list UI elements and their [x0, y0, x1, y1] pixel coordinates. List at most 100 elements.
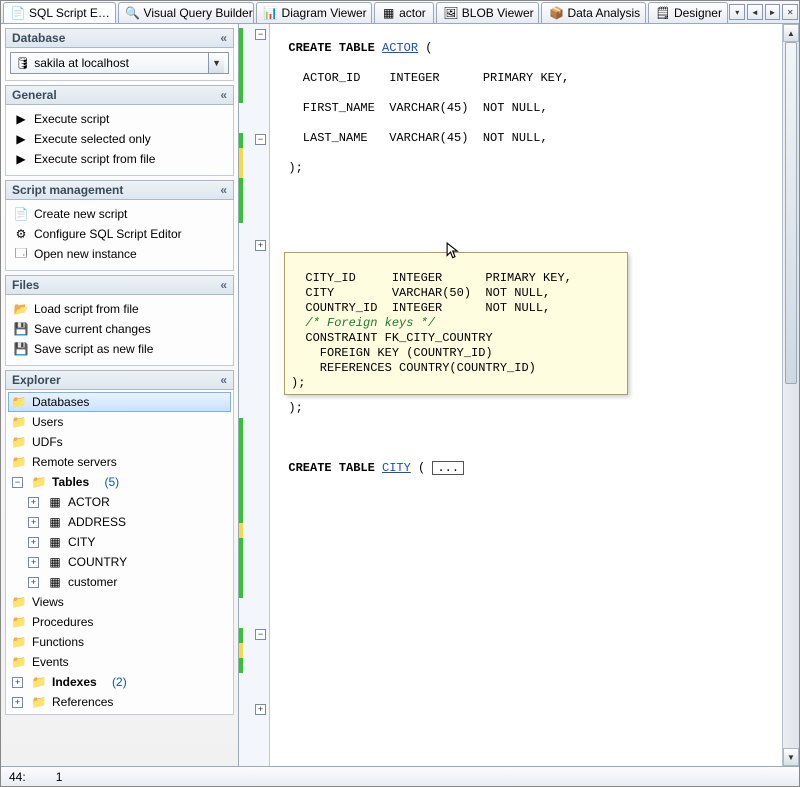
- code-editor[interactable]: − − + − + CREATE TABLE ACTOR ( ACTOR_ID …: [239, 24, 799, 766]
- tab-data-analysis[interactable]: 📦Data Analysis: [541, 2, 646, 23]
- tab-next[interactable]: ►: [765, 4, 781, 20]
- tree-udfs[interactable]: 📁UDFs: [8, 432, 231, 452]
- folder-views-icon: 📁: [12, 595, 26, 609]
- status-line: 44:: [9, 770, 26, 784]
- table-icon: ▦: [382, 6, 395, 20]
- tree-table-country[interactable]: +▦COUNTRY: [8, 552, 231, 572]
- sidebar: Database « 🛢 sakila at localhost ▼ Gener…: [1, 24, 239, 766]
- tab-designer[interactable]: 🗒Designer: [648, 2, 728, 23]
- link-city[interactable]: CITY: [382, 461, 411, 475]
- tab-diagram-viewer[interactable]: 📊Diagram Viewer: [256, 2, 373, 23]
- app-window: 📄SQL Script E… 🔍Visual Query Builder 📊Di…: [0, 0, 800, 787]
- tree-table-customer[interactable]: +▦customer: [8, 572, 231, 592]
- table-icon: ▦: [48, 515, 62, 529]
- panel-files: Files « 📂Load script from file 💾Save cur…: [5, 275, 234, 366]
- expand-icon[interactable]: +: [12, 677, 23, 688]
- panel-header-files[interactable]: Files «: [5, 275, 234, 295]
- tree-references[interactable]: +📁References: [8, 692, 231, 712]
- expand-icon[interactable]: +: [12, 697, 23, 708]
- chevron-collapse-icon: «: [220, 373, 227, 387]
- tab-visual-query[interactable]: 🔍Visual Query Builder: [118, 2, 254, 23]
- expand-icon[interactable]: +: [28, 497, 39, 508]
- run-sel-icon: ▶: [14, 132, 28, 146]
- dropdown-arrow-icon: ▼: [208, 53, 224, 73]
- run-file-icon: ▶: [14, 152, 28, 166]
- panel-header-general[interactable]: General «: [5, 85, 234, 105]
- panel-explorer: Explorer « 📁Databases 📁Users 📁UDFs 📁Remo…: [5, 370, 234, 715]
- tree-procedures[interactable]: 📁Procedures: [8, 612, 231, 632]
- tree-users[interactable]: 📁Users: [8, 412, 231, 432]
- tab-dropdown[interactable]: ▾: [729, 4, 745, 20]
- open-file-icon: 📂: [14, 302, 28, 316]
- blob-icon: 🖼: [444, 6, 458, 20]
- chevron-collapse-icon: «: [220, 31, 227, 45]
- tree-remote-servers[interactable]: 📁Remote servers: [8, 452, 231, 472]
- chevron-collapse-icon: «: [220, 183, 227, 197]
- code-tooltip: CITY_ID INTEGER PRIMARY KEY, CITY VARCHA…: [284, 252, 628, 395]
- status-bar: 44: 1: [1, 766, 799, 786]
- tree-table-actor[interactable]: +▦ACTOR: [8, 492, 231, 512]
- table-icon: ▦: [48, 495, 62, 509]
- mouse-cursor-icon: [446, 242, 464, 260]
- tab-sql-script[interactable]: 📄SQL Script E…: [3, 2, 116, 23]
- tree-functions[interactable]: 📁Functions: [8, 632, 231, 652]
- chevron-collapse-icon: «: [220, 278, 227, 292]
- panel-header-explorer[interactable]: Explorer «: [5, 370, 234, 390]
- scroll-thumb[interactable]: [785, 42, 797, 384]
- gear-icon: ⚙: [14, 227, 28, 241]
- execute-from-file[interactable]: ▶Execute script from file: [10, 149, 229, 169]
- fold-minus-icon[interactable]: −: [255, 29, 266, 40]
- database-combo[interactable]: 🛢 sakila at localhost ▼: [10, 52, 229, 74]
- tree-table-address[interactable]: +▦ADDRESS: [8, 512, 231, 532]
- link-actor[interactable]: ACTOR: [382, 41, 418, 55]
- chevron-collapse-icon: «: [220, 88, 227, 102]
- tree-events[interactable]: 📁Events: [8, 652, 231, 672]
- expand-icon[interactable]: +: [28, 537, 39, 548]
- fold-minus-icon[interactable]: −: [255, 629, 266, 640]
- save-as-new-file[interactable]: 💾Save script as new file: [10, 339, 229, 359]
- configure-editor[interactable]: ⚙Configure SQL Script Editor: [10, 224, 229, 244]
- table-icon: ▦: [48, 575, 62, 589]
- panel-header-database[interactable]: Database «: [5, 28, 234, 48]
- scroll-up-button[interactable]: ▲: [783, 24, 799, 42]
- editor-scrollbar[interactable]: ▲ ▼: [782, 24, 799, 766]
- panel-general: General « ▶Execute script ▶Execute selec…: [5, 85, 234, 176]
- collapse-icon[interactable]: −: [12, 477, 23, 488]
- status-col: 1: [56, 770, 63, 784]
- code-content[interactable]: CREATE TABLE ACTOR ( ACTOR_ID INTEGER PR…: [270, 24, 799, 766]
- fold-plus-icon[interactable]: +: [255, 240, 266, 251]
- tab-actor[interactable]: ▦actor: [374, 2, 434, 23]
- scroll-down-button[interactable]: ▼: [783, 748, 799, 766]
- tree-databases[interactable]: 📁Databases: [8, 392, 231, 412]
- open-new-instance[interactable]: 🗔Open new instance: [10, 244, 229, 264]
- folder-remote-icon: 📁: [12, 455, 26, 469]
- save-icon: 💾: [14, 322, 28, 336]
- load-from-file[interactable]: 📂Load script from file: [10, 299, 229, 319]
- tab-blob-viewer[interactable]: 🖼BLOB Viewer: [436, 2, 540, 23]
- fold-minus-icon[interactable]: −: [255, 134, 266, 145]
- expand-icon[interactable]: +: [28, 557, 39, 568]
- create-new-script[interactable]: 📄Create new script: [10, 204, 229, 224]
- save-changes[interactable]: 💾Save current changes: [10, 319, 229, 339]
- tree-tables[interactable]: −📁Tables (5): [8, 472, 231, 492]
- execute-selected[interactable]: ▶Execute selected only: [10, 129, 229, 149]
- tab-close[interactable]: ✕: [782, 4, 798, 20]
- query-icon: 🔍: [126, 6, 140, 20]
- editor-gutter[interactable]: − − + − +: [239, 24, 270, 766]
- expand-icon[interactable]: +: [28, 517, 39, 528]
- tree-table-city[interactable]: +▦CITY: [8, 532, 231, 552]
- new-instance-icon: 🗔: [14, 247, 28, 261]
- panel-header-script[interactable]: Script management «: [5, 180, 234, 200]
- panel-database: Database « 🛢 sakila at localhost ▼: [5, 28, 234, 81]
- folder-tables-icon: 📁: [32, 475, 46, 489]
- collapsed-code-marker[interactable]: ...: [432, 461, 464, 475]
- tree-indexes[interactable]: +📁Indexes (2): [8, 672, 231, 692]
- tree-views[interactable]: 📁Views: [8, 592, 231, 612]
- expand-icon[interactable]: +: [28, 577, 39, 588]
- tab-prev[interactable]: ◄: [747, 4, 763, 20]
- table-icon: ▦: [48, 555, 62, 569]
- panel-script-mgmt: Script management « 📄Create new script ⚙…: [5, 180, 234, 271]
- sql-script-icon: 📄: [11, 6, 25, 20]
- execute-script[interactable]: ▶Execute script: [10, 109, 229, 129]
- fold-plus-icon[interactable]: +: [255, 704, 266, 715]
